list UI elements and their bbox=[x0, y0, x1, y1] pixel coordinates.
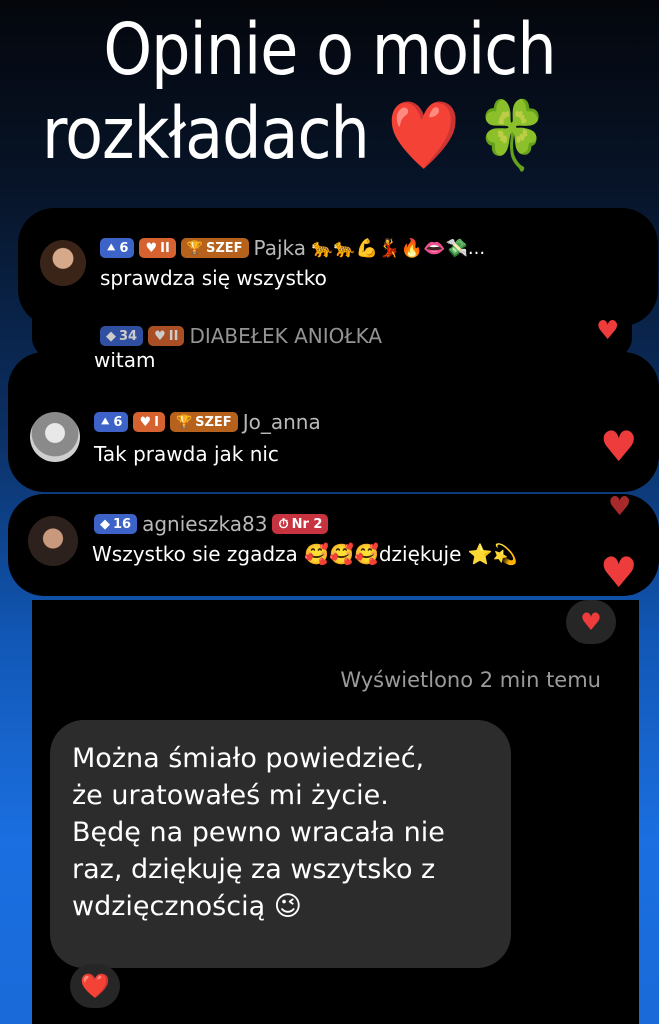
username-emoji: 🐆🐆💪💃🔥👄💸... bbox=[311, 237, 486, 259]
title-line-1: Opinie o moich bbox=[103, 7, 556, 92]
fan-badge: ♥ II bbox=[148, 326, 185, 346]
chat-panel: ♥ Wyświetlono 2 min temu Można śmiało po… bbox=[32, 600, 639, 1024]
heart-icon[interactable]: ♥ bbox=[600, 552, 638, 594]
level-badge: ⯅ 6 bbox=[100, 238, 135, 258]
message-text: Można śmiało powiedzieć, że uratowałeś m… bbox=[72, 743, 445, 922]
username[interactable]: DIABEŁEK ANIOŁKA bbox=[189, 324, 382, 348]
avatar[interactable] bbox=[30, 412, 80, 462]
heart-icon: ♥ bbox=[139, 414, 152, 430]
username[interactable]: Jo_anna bbox=[243, 410, 321, 434]
level-badge: ⯅ 6 bbox=[94, 412, 129, 432]
comment-text: Tak prawda jak nic bbox=[94, 442, 279, 466]
rank-badge: ⏱ Nr 2 bbox=[272, 514, 329, 534]
diamond-level-icon: ⯅ bbox=[106, 240, 117, 256]
message-bubble[interactable]: Można śmiało powiedzieć, że uratowałeś m… bbox=[50, 720, 511, 968]
avatar[interactable] bbox=[28, 516, 78, 566]
level-badge: ◆ 34 bbox=[100, 326, 144, 346]
comment-text-partial: witam bbox=[94, 352, 156, 372]
username[interactable]: agnieszka83 bbox=[142, 512, 267, 536]
title-line-2: rozkładach bbox=[42, 91, 370, 176]
heart-icon: ♥ bbox=[145, 240, 158, 256]
fan-badge: ♥ I bbox=[133, 412, 165, 432]
comment-card-4: ◆ 16 agnieszka83 ⏱ Nr 2 Wszystko sie zgadz… bbox=[8, 494, 659, 596]
message-reaction[interactable]: ❤️ bbox=[70, 964, 120, 1008]
heart-icon[interactable]: ♥ bbox=[596, 318, 619, 344]
heart-icon[interactable]: ♥ bbox=[608, 494, 631, 520]
trophy-icon: 🏆 bbox=[175, 414, 193, 430]
reaction-bubble-top[interactable]: ♥ bbox=[566, 600, 616, 644]
diamond-level-icon: ⯅ bbox=[100, 414, 111, 430]
heart-icon: ♥ bbox=[580, 608, 602, 636]
comment-card-3: witam ⯅ 6 ♥ I 🏆 SZEF Jo_anna Tak prawda jak… bbox=[8, 352, 659, 492]
comment-text: Wszystko sie zgadza 🥰🥰🥰dziękuje ⭐💫 bbox=[92, 542, 518, 566]
comment-card-1: ⯅ 6 ♥ II 🏆 SZEF Pajka 🐆🐆💪💃🔥👄💸... sprawdza s… bbox=[18, 208, 658, 326]
seen-status: Wyświetlono 2 min temu bbox=[340, 668, 601, 692]
level-badge: ◆ 16 bbox=[94, 514, 138, 534]
medal-icon: ⏱ bbox=[278, 516, 289, 532]
title-emoji: ❤️ 🍀 bbox=[387, 95, 549, 175]
comment-text: sprawdza się wszystko bbox=[100, 266, 327, 290]
diamond-level-icon: ◆ bbox=[100, 516, 110, 532]
page-title: Opinie o moich rozkładach ❤️ 🍀 bbox=[0, 7, 659, 177]
role-badge: 🏆 SZEF bbox=[180, 238, 249, 258]
trophy-icon: 🏆 bbox=[186, 240, 203, 256]
diamond-level-icon: ◆ bbox=[106, 328, 116, 344]
heart-icon: ❤️ bbox=[80, 972, 110, 1000]
username[interactable]: Pajka bbox=[254, 236, 306, 260]
heart-icon[interactable]: ♥ bbox=[600, 426, 638, 468]
role-badge: 🏆 SZEF bbox=[169, 412, 238, 432]
heart-icon: ♥ bbox=[154, 328, 166, 344]
fan-badge: ♥ II bbox=[139, 238, 176, 258]
avatar[interactable] bbox=[40, 240, 86, 286]
